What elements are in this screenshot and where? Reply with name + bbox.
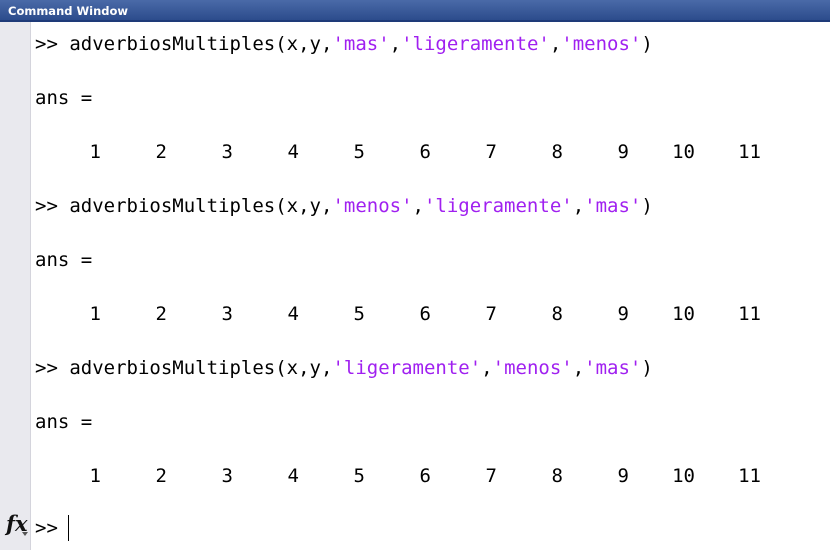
ans-value: 1 [89,465,101,487]
command-close: ) [641,357,653,379]
ans-value: 11 [738,465,761,487]
command-prefix: adverbiosMultiples(x,y, [69,195,333,217]
string-argument: 'mas' [332,33,390,55]
string-argument: 'ligeramente' [423,195,573,217]
ans-value: 2 [155,465,167,487]
window-title: Command Window [8,4,129,18]
command-close: ) [641,195,653,217]
ans-value: 3 [221,303,233,325]
ans-value: 7 [485,303,497,325]
string-argument: 'ligeramente' [401,33,550,55]
ans-value: 6 [419,303,431,325]
ans-value: 7 [485,465,497,487]
ans-value: 1 [89,141,101,163]
string-argument: 'menos' [332,195,413,217]
ans-label: ans = [35,411,93,433]
ans-value: 2 [155,141,167,163]
ans-value: 11 [738,141,761,163]
ans-value: 9 [617,465,629,487]
ans-value: 3 [221,465,233,487]
ans-value: 11 [738,303,761,325]
prompt: >> [35,33,58,55]
string-argument: 'mas' [584,195,642,217]
ans-value: 8 [551,141,563,163]
command-prefix: adverbiosMultiples(x,y, [69,33,333,55]
string-argument: 'ligeramente' [332,357,482,379]
chevron-down-icon[interactable] [22,532,28,536]
ans-value: 3 [221,141,233,163]
ans-value: 10 [672,303,695,325]
ans-value: 6 [419,465,431,487]
command-prompt: >> [35,517,58,539]
ans-value: 10 [672,465,695,487]
command-window-content[interactable]: >> adverbiosMultiples(x,y,'mas','ligeram… [35,22,830,550]
ans-value: 6 [419,141,431,163]
ans-value: 7 [485,141,497,163]
ans-value: 9 [617,141,629,163]
ans-value: 5 [353,141,365,163]
left-gutter [0,22,31,550]
ans-label: ans = [35,249,93,271]
ans-value: 5 [353,465,365,487]
ans-values-row: 1 2 3 4 5 6 7 8 9 10 11 [35,464,795,488]
text-cursor[interactable] [68,515,69,541]
ans-value: 4 [287,465,299,487]
ans-value: 1 [89,303,101,325]
command-prefix: adverbiosMultiples(x,y, [69,357,333,379]
ans-value: 10 [672,141,695,163]
prompt: >> [35,357,58,379]
ans-values-row: 1 2 3 4 5 6 7 8 9 10 11 [35,302,795,326]
string-argument: 'menos' [561,33,642,55]
ans-label: ans = [35,87,93,109]
ans-values-row: 1 2 3 4 5 6 7 8 9 10 11 [35,140,795,164]
command-close: ) [641,33,653,55]
command-line: >> adverbiosMultiples(x,y,'ligeramente',… [35,357,653,379]
ans-value: 9 [617,303,629,325]
prompt: >> [35,195,58,217]
command-line: >> adverbiosMultiples(x,y,'menos','liger… [35,195,653,217]
title-bar[interactable]: Command Window [0,0,830,22]
ans-value: 8 [551,465,563,487]
string-argument: 'mas' [584,357,642,379]
ans-value: 8 [551,303,563,325]
ans-value: 5 [353,303,365,325]
ans-value: 4 [287,141,299,163]
string-argument: 'menos' [492,357,573,379]
command-line: >> adverbiosMultiples(x,y,'mas','ligeram… [35,33,653,55]
ans-value: 2 [155,303,167,325]
ans-value: 4 [287,303,299,325]
